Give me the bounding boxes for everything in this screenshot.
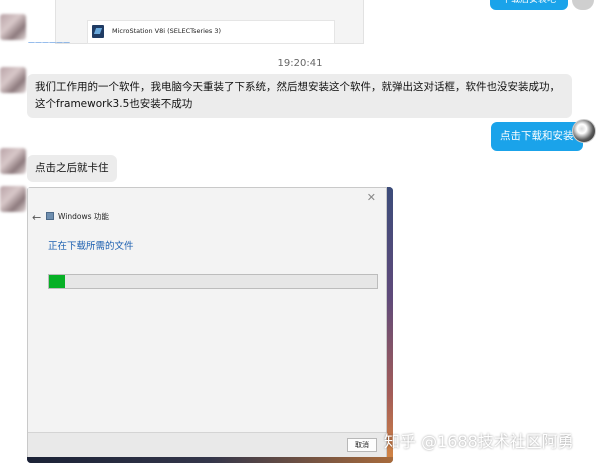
chat-bubble-left[interactable]: 点击之后就卡住 <box>27 155 117 182</box>
cancel-button[interactable]: 取消 <box>347 438 377 452</box>
dialog-heading: 正在下载所需的文件 <box>48 241 134 252</box>
image-message[interactable]: MicroStation V8i (SELECTseries 3) <box>55 0 364 44</box>
message-text: 点击之后就卡住 <box>35 162 109 174</box>
back-arrow-icon[interactable]: ← <box>32 211 41 224</box>
close-icon[interactable]: ✕ <box>367 191 376 204</box>
avatar[interactable] <box>0 186 26 212</box>
desktop-background <box>386 187 393 463</box>
link-text[interactable]: —————— <box>28 38 70 46</box>
app-card: MicroStation V8i (SELECTseries 3) <box>87 20 335 44</box>
window-title: Windows 功能 <box>58 212 109 221</box>
avatar[interactable] <box>0 67 26 93</box>
chat-bubble-left[interactable]: 我们工作用的一个软件，我电脑今天重装了下系统，然后想安装这个软件，就弹出这对话框… <box>27 74 572 118</box>
taskbar <box>27 457 393 463</box>
avatar[interactable] <box>0 14 26 40</box>
windows-features-dialog: ✕ ← Windows 功能 正在下载所需的文件 取消 <box>27 187 387 457</box>
message-text: 点击下载和安装 <box>500 130 574 142</box>
chat-bubble-right[interactable]: 点击下载和安装 <box>491 122 583 151</box>
chat-bubble-right-top[interactable]: 下载后安装吧 <box>490 0 568 10</box>
screenshot-image[interactable]: ✕ ← Windows 功能 正在下载所需的文件 取消 <box>27 187 393 463</box>
windows-features-icon <box>46 212 54 220</box>
progress-fill <box>49 275 65 288</box>
message-text: 我们工作用的一个软件，我电脑今天重装了下系统，然后想安装这个软件，就弹出这对话框… <box>35 81 560 110</box>
watermark: 知乎 @1688技术社区阿勇 <box>384 432 574 451</box>
timestamp: 19:20:41 <box>277 58 323 69</box>
progress-bar <box>48 274 378 289</box>
dialog-footer: 取消 <box>28 432 386 457</box>
avatar[interactable] <box>572 119 596 143</box>
avatar[interactable] <box>0 148 26 174</box>
microstation-icon <box>92 25 104 38</box>
app-name: MicroStation V8i (SELECTseries 3) <box>112 27 222 35</box>
avatar[interactable] <box>572 0 594 10</box>
